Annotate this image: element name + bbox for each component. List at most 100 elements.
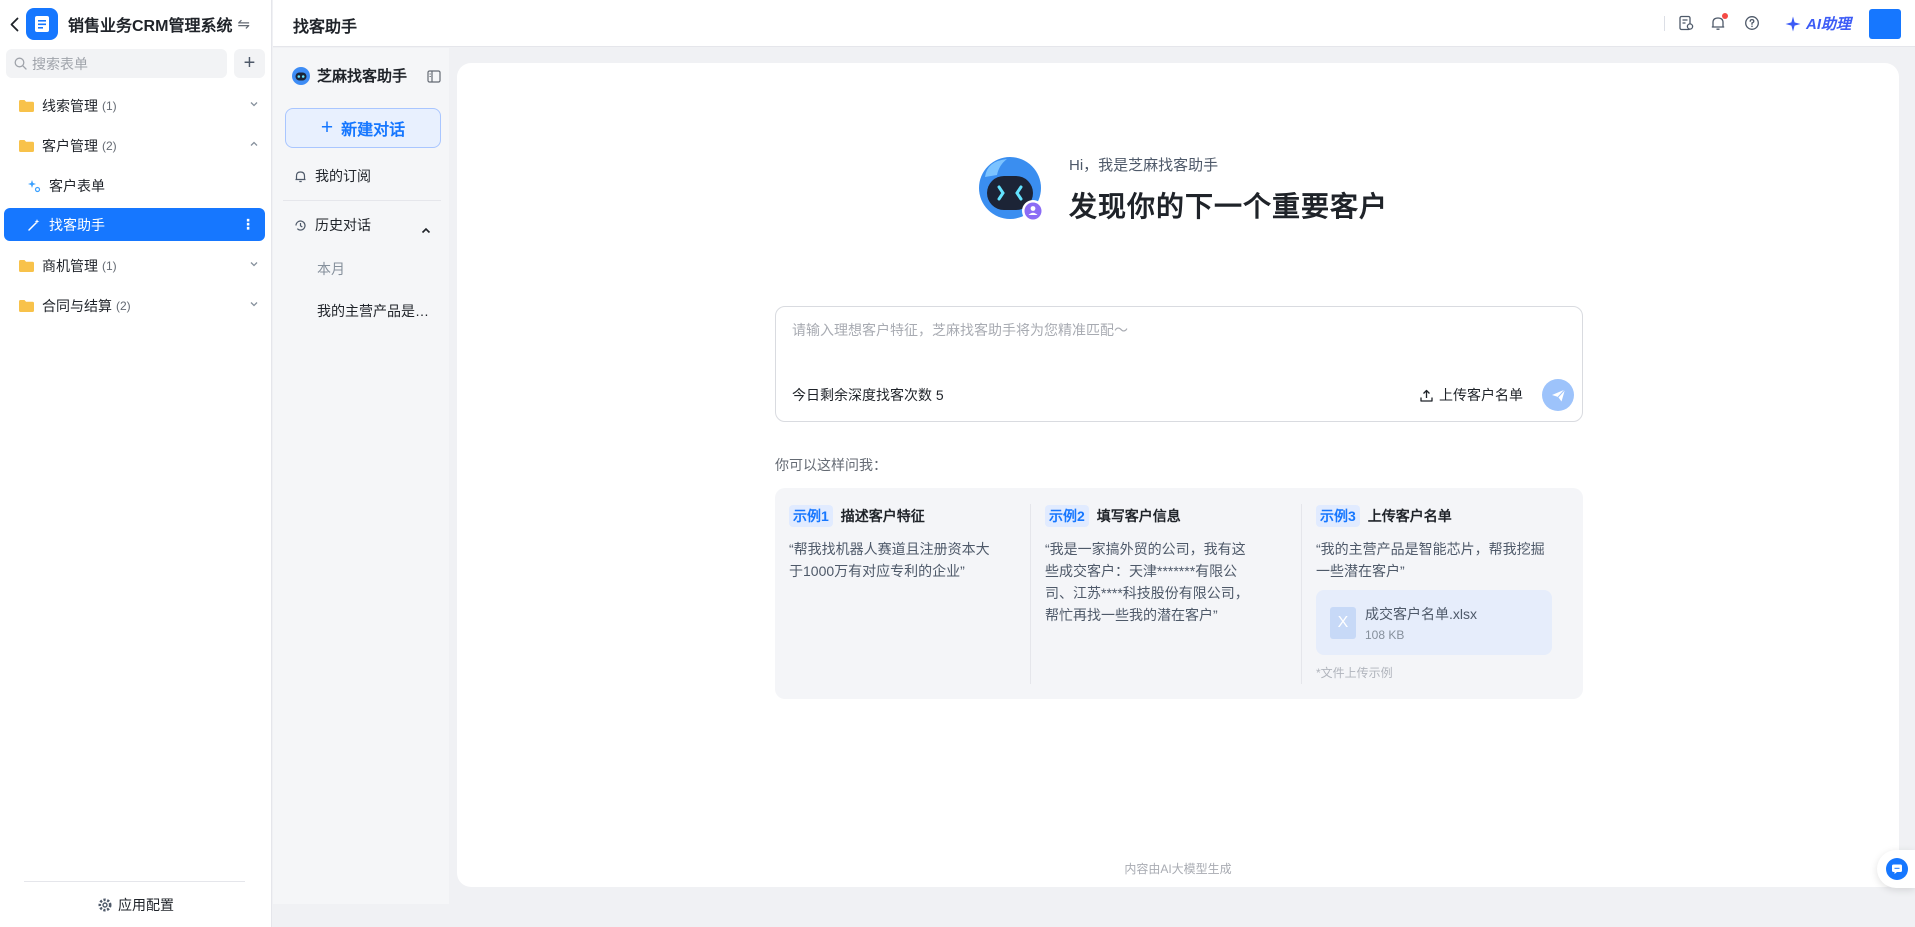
prompt-input-box[interactable]: 请输入理想客户特征，芝麻找客助手将为您精准匹配～ 今日剩余深度找客次数 5 上传… — [775, 306, 1583, 422]
back-icon[interactable] — [7, 14, 21, 34]
sidebar-item-label: 找客助手 — [49, 216, 105, 233]
robot-mascot-icon — [979, 157, 1044, 222]
sidebar-item-customers[interactable]: 客户管理 (2) — [4, 129, 265, 162]
chevron-up-icon[interactable] — [420, 225, 432, 237]
sidebar-item-leads[interactable]: 线索管理 (1) — [4, 89, 265, 122]
robot-icon — [292, 66, 310, 85]
headline: 发现你的下一个重要客户 — [1069, 191, 1389, 222]
gear-icon — [98, 898, 112, 912]
upload-label: 上传客户名单 — [1439, 387, 1523, 403]
new-chat-button[interactable]: + 新建对话 — [285, 108, 441, 148]
example-card[interactable]: 示例3 上传客户名单 “我的主营产品是智能芯片，帮我挖掘一些潜在客户” X 成交… — [1302, 488, 1583, 699]
main-content: Hi，我是芝麻找客助手 发现你的下一个重要客户 请输入理想客户特征，芝麻找客助手… — [457, 63, 1899, 887]
example-title: 上传客户名单 — [1367, 508, 1452, 524]
folder-icon — [19, 299, 34, 312]
assistant-panel-title: 芝麻找客助手 — [291, 65, 407, 86]
example-body: “帮我找机器人赛道且注册资本大于1000万有对应专利的企业” — [789, 541, 990, 579]
app-config-button[interactable]: 应用配置 — [0, 888, 272, 922]
file-size: 108 KB — [1365, 627, 1405, 642]
chevron-down-icon — [250, 262, 258, 267]
upload-icon — [1420, 389, 1433, 402]
sidebar-item-customer-form[interactable]: 客户表单 — [4, 169, 265, 202]
sidebar-item-contracts[interactable]: 合同与结算 (2) — [4, 289, 265, 322]
folder-icon — [19, 99, 34, 112]
divider — [1664, 16, 1665, 31]
magic-wand-icon — [28, 218, 40, 231]
sidebar-item-label: 客户表单 — [49, 177, 105, 194]
example-file-attachment: X 成交客户名单.xlsx 108 KB — [1316, 590, 1552, 655]
ai-generated-disclaimer: 内容由AI大模型生成 — [1124, 862, 1232, 876]
search-placeholder: 搜索表单 — [32, 55, 88, 72]
sidebar-item-opportunities[interactable]: 商机管理 (1) — [4, 249, 265, 282]
app-title: 销售业务CRM管理系统 — [68, 18, 233, 35]
sidebar-item-label: 线索管理 — [42, 97, 98, 114]
ask-examples-hint: 你可以这样问我： — [775, 457, 887, 473]
chevron-down-icon — [250, 102, 258, 107]
file-name: 成交客户名单.xlsx — [1365, 605, 1477, 622]
sidebar-item-lead-finder[interactable]: 找客助手 ⋮ — [4, 208, 265, 241]
report-icon[interactable] — [1677, 14, 1695, 32]
send-paper-plane-icon — [1551, 388, 1565, 401]
app-sidebar: 销售业务CRM管理系统 ⇋ 搜索表单 + 线索管理 (1) 客户管理 (2) 客… — [0, 0, 272, 927]
form-search-input[interactable]: 搜索表单 — [6, 49, 227, 78]
history-label: 历史对话 — [315, 217, 371, 233]
ai-assistant-label: AI助理 — [1806, 16, 1852, 33]
upload-customer-list-button[interactable]: 上传客户名单 — [1420, 385, 1523, 405]
new-chat-label: 新建对话 — [341, 122, 406, 139]
prompt-input-placeholder[interactable]: 请输入理想客户特征，芝麻找客助手将为您精准匹配～ — [792, 320, 1128, 340]
sidebar-item-count: (2) — [102, 138, 117, 153]
top-bar: 找客助手 AI助理 — [273, 0, 1915, 47]
assistant-panel: 芝麻找客助手 + 新建对话 我的订阅 历史对话 本月 我的主营产品是智能芯片，帮… — [273, 48, 449, 904]
chevron-down-icon — [250, 302, 258, 307]
app-config-label: 应用配置 — [118, 897, 174, 913]
example-header: 示例2 填写客户信息 — [1045, 505, 1181, 527]
chevron-up-icon — [250, 141, 258, 146]
app-logo-icon — [26, 8, 58, 40]
sidebar-item-count: (1) — [102, 258, 117, 273]
page-title: 找客助手 — [293, 19, 358, 36]
history-chat-item[interactable]: 我的主营产品是智能芯片，帮我挖掘一些潜在客户 — [317, 301, 437, 321]
switch-app-icon[interactable]: ⇋ — [237, 15, 250, 33]
my-subscriptions-label: 我的订阅 — [315, 168, 371, 184]
example-header: 示例3 上传客户名单 — [1316, 505, 1452, 527]
ai-assistant-button[interactable]: AI助理 — [1785, 13, 1851, 34]
sidebar-item-label: 商机管理 — [42, 257, 98, 274]
folder-icon — [19, 139, 34, 152]
user-avatar[interactable] — [1869, 9, 1901, 39]
search-icon — [14, 57, 27, 70]
example-card[interactable]: 示例2 填写客户信息 “我是一家搞外贸的公司，我有这些成交客户：天津******… — [1031, 488, 1301, 699]
floating-chat-button[interactable] — [1877, 850, 1915, 888]
send-button[interactable] — [1542, 379, 1574, 411]
history-section-header[interactable]: 历史对话 — [294, 215, 371, 235]
assistant-panel-title-text: 芝麻找客助手 — [317, 68, 408, 85]
greeting-text: Hi，我是芝麻找客助手 — [1069, 157, 1219, 174]
form-sparkle-icon — [28, 179, 41, 192]
example-tag: 示例2 — [1045, 505, 1089, 527]
add-form-button[interactable]: + — [234, 49, 265, 78]
sidebar-item-label: 客户管理 — [42, 137, 98, 154]
history-period-label: 本月 — [317, 261, 345, 277]
examples-panel: 示例1 描述客户特征 “帮我找机器人赛道且注册资本大于1000万有对应专利的企业… — [775, 488, 1583, 699]
folder-icon — [19, 259, 34, 272]
plus-icon: + — [320, 116, 334, 139]
divider — [24, 881, 245, 882]
divider — [283, 200, 441, 201]
sidebar-item-count: (1) — [102, 98, 117, 113]
example-tag: 示例1 — [789, 505, 833, 527]
history-clock-icon — [295, 219, 306, 231]
more-options-icon[interactable]: ⋮ — [241, 216, 255, 233]
example-tag: 示例3 — [1316, 505, 1360, 527]
my-subscriptions-item[interactable]: 我的订阅 — [294, 166, 371, 186]
help-icon[interactable] — [1743, 14, 1761, 32]
sidebar-collapse-icon[interactable] — [427, 70, 441, 83]
remaining-quota-text: 今日剩余深度找客次数 5 — [792, 387, 944, 403]
example-header: 示例1 描述客户特征 — [789, 505, 925, 527]
excel-file-icon: X — [1330, 606, 1356, 639]
example-card[interactable]: 示例1 描述客户特征 “帮我找机器人赛道且注册资本大于1000万有对应专利的企业… — [775, 488, 1030, 699]
example-title: 描述客户特征 — [840, 508, 925, 524]
example-body: “我是一家搞外贸的公司，我有这些成交客户：天津*******有限公司、江苏***… — [1045, 541, 1249, 623]
sidebar-header: 销售业务CRM管理系统 ⇋ — [0, 0, 272, 48]
notification-bell-icon[interactable] — [1709, 13, 1728, 32]
example-title: 填写客户信息 — [1096, 508, 1181, 524]
subscription-bell-icon — [295, 170, 306, 182]
